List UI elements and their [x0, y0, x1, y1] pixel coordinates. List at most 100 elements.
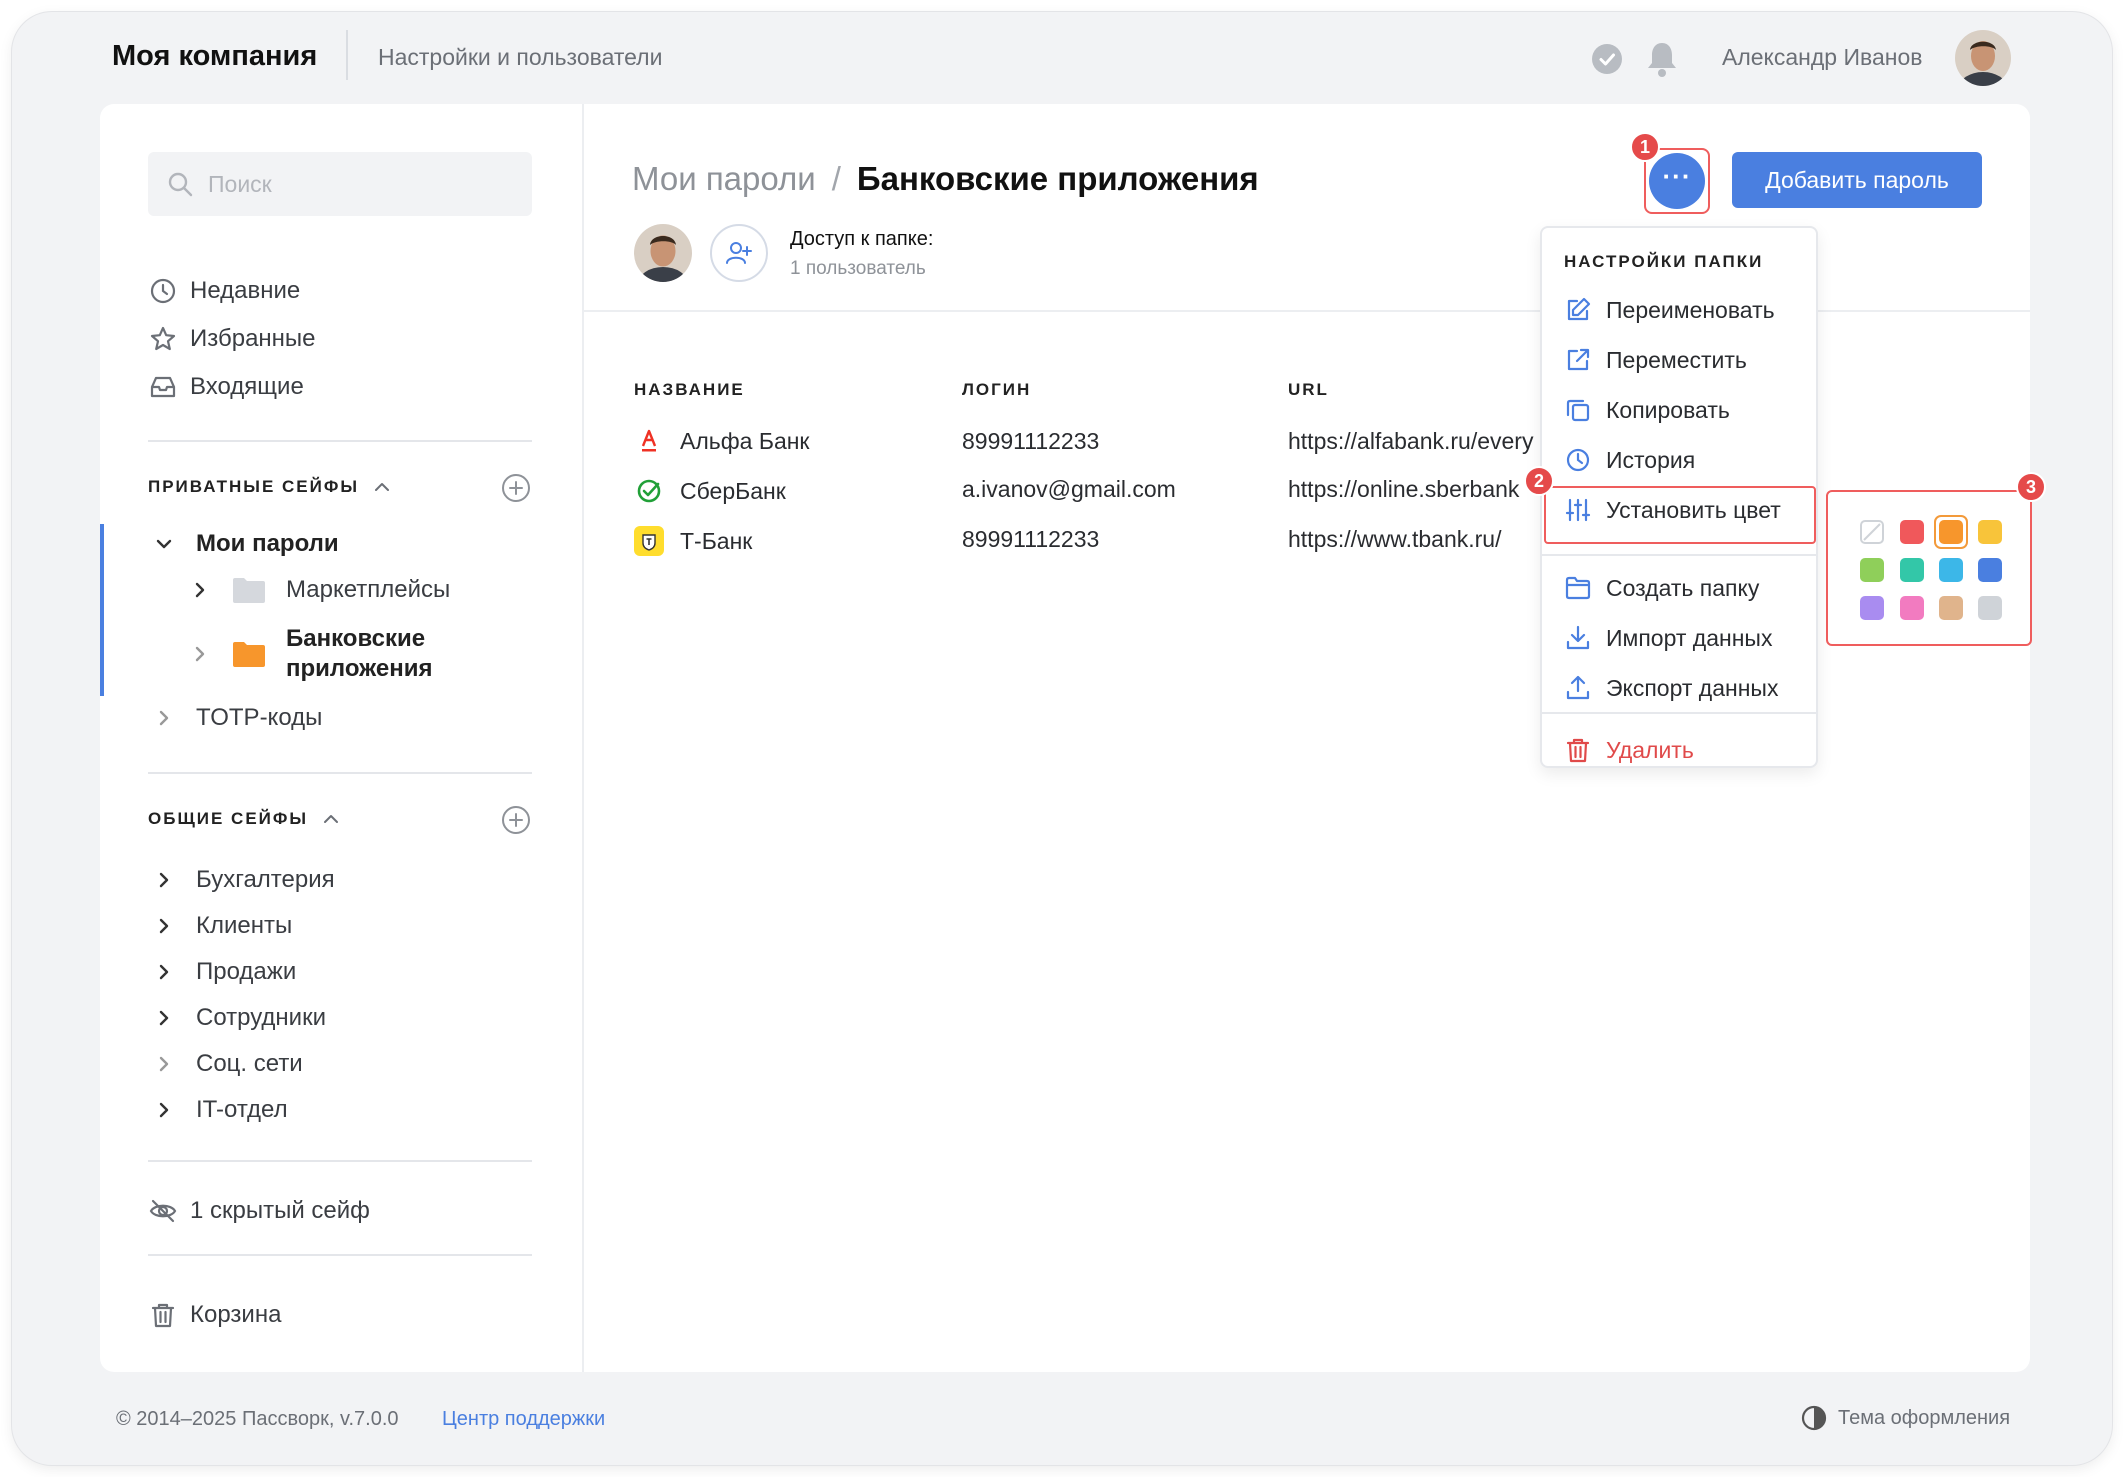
menu-item-history[interactable]: История [1564, 446, 1695, 474]
row-url[interactable]: https://alfabank.ru/every [1288, 428, 1533, 455]
color-blue-swatch[interactable] [1978, 558, 2002, 582]
color-beige-swatch[interactable] [1939, 596, 1963, 620]
sidebar-item-totp[interactable]: TOTP-коды [152, 704, 322, 732]
sidebar-divider [148, 440, 532, 442]
sidebar-item-label: Мои пароли [196, 530, 339, 557]
chevron-up-icon [324, 815, 339, 823]
sidebar-divider [148, 1254, 532, 1256]
theme-label: Тема оформления [1838, 1406, 2011, 1429]
search-icon [168, 172, 193, 197]
section-title: ПРИВАТНЫЕ СЕЙФЫ [148, 477, 359, 496]
user-name[interactable]: Александр Иванов [1722, 44, 1922, 71]
chevron-right-icon [159, 1056, 169, 1072]
sidebar-item-sales[interactable]: Продажи [152, 958, 296, 986]
add-shared-safe-icon[interactable] [500, 804, 532, 836]
row-login: a.ivanov@gmail.com [962, 476, 1176, 502]
folder-icon [1565, 576, 1591, 600]
menu-item-rename[interactable]: Переименовать [1564, 296, 1775, 324]
sidebar-item-my-passwords[interactable]: Мои пароли [152, 530, 339, 558]
menu-item-import[interactable]: Импорт данных [1564, 624, 1772, 652]
settings-users-link[interactable]: Настройки и пользователи [378, 44, 662, 71]
theme-toggle[interactable]: Тема оформления [1800, 1404, 2010, 1432]
sidebar-item-bank-apps[interactable]: Банковские приложения [188, 624, 432, 684]
column-header-name[interactable]: НАЗВАНИЕ [634, 380, 745, 400]
more-options-button[interactable]: ··· [1649, 153, 1705, 209]
menu-item-copy[interactable]: Копировать [1564, 396, 1730, 424]
menu-item-label: Переместить [1606, 346, 1747, 373]
sidebar-item-favorites[interactable]: Избранные [148, 324, 316, 354]
sidebar-divider [148, 772, 532, 774]
column-header-login[interactable]: ЛОГИН [962, 380, 1031, 400]
menu-title: НАСТРОЙКИ ПАПКИ [1564, 252, 1764, 271]
sidebar-item-recent[interactable]: Недавние [148, 276, 300, 306]
active-indicator [100, 524, 104, 696]
edit-icon [1567, 297, 1591, 321]
check-icon[interactable] [1592, 44, 1622, 74]
color-none-swatch[interactable] [1860, 520, 1884, 544]
label-line: приложения [286, 655, 433, 682]
support-link[interactable]: Центр поддержки [442, 1408, 605, 1431]
row-url[interactable]: https://www.tbank.ru/ [1288, 526, 1501, 553]
search-input[interactable] [208, 170, 508, 198]
inbox-icon [150, 376, 176, 398]
add-safe-icon[interactable] [500, 472, 532, 504]
color-cyan-swatch[interactable] [1939, 558, 1963, 582]
search-box[interactable] [148, 152, 532, 216]
hidden-safes-link[interactable]: 1 скрытый сейф [148, 1196, 370, 1226]
row-login: 89991112233 [962, 428, 1100, 454]
menu-item-set-color[interactable]: Установить цвет [1564, 496, 1781, 524]
sberbank-icon [637, 479, 661, 503]
chevron-right-icon [159, 964, 169, 980]
contrast-icon [1801, 1405, 1827, 1431]
company-name[interactable]: Моя компания [112, 40, 317, 73]
sidebar-divider [148, 1160, 532, 1162]
color-gray-swatch[interactable] [1978, 596, 2002, 620]
star-icon [150, 326, 176, 351]
sidebar-item-inbox[interactable]: Входящие [148, 372, 304, 402]
color-green-swatch[interactable] [1860, 558, 1884, 582]
row-name: СберБанк [680, 478, 786, 504]
color-purple-swatch[interactable] [1860, 596, 1884, 620]
breadcrumb-root[interactable]: Мои пароли [632, 160, 816, 198]
step-badge-3: 3 [2016, 472, 2046, 502]
avatar[interactable] [1955, 30, 2011, 86]
menu-item-label: Удалить [1606, 736, 1694, 763]
menu-item-move[interactable]: Переместить [1564, 346, 1747, 374]
download-icon [1566, 625, 1590, 650]
add-user-button[interactable] [710, 224, 768, 282]
sidebar-item-label: Входящие [190, 373, 304, 400]
chevron-right-icon [195, 582, 205, 598]
color-yellow-swatch[interactable] [1978, 520, 2002, 544]
row-url[interactable]: https://online.sberbank [1288, 476, 1519, 503]
column-header-url[interactable]: URL [1288, 380, 1329, 400]
sidebar-item-clients[interactable]: Клиенты [152, 912, 292, 940]
add-password-button[interactable]: Добавить пароль [1732, 152, 1982, 208]
shared-safes-header[interactable]: ОБЩИЕ СЕЙФЫ [148, 808, 342, 830]
sidebar-item-trash[interactable]: Корзина [148, 1300, 281, 1330]
trash-icon [1566, 738, 1590, 763]
folder-icon [233, 642, 265, 667]
sidebar-item-it[interactable]: IT-отдел [152, 1096, 288, 1124]
color-orange-swatch[interactable] [1939, 520, 1963, 544]
sidebar-item-label: Банковские приложения [286, 624, 432, 684]
chevron-right-icon [195, 646, 205, 662]
sidebar-item-label: Сотрудники [196, 1004, 326, 1031]
menu-divider [1542, 712, 1816, 714]
avatar[interactable] [634, 224, 692, 282]
sidebar-item-social[interactable]: Соц. сети [152, 1050, 303, 1078]
sidebar-item-employees[interactable]: Сотрудники [152, 1004, 326, 1032]
bell-icon[interactable] [1645, 40, 1679, 78]
menu-item-create-folder[interactable]: Создать папку [1564, 574, 1759, 602]
private-safes-header[interactable]: ПРИВАТНЫЕ СЕЙФЫ [148, 476, 393, 498]
menu-item-delete[interactable]: Удалить [1564, 736, 1694, 764]
menu-item-label: Импорт данных [1606, 624, 1773, 651]
menu-divider [1542, 554, 1816, 556]
color-teal-swatch[interactable] [1900, 558, 1924, 582]
color-pink-swatch[interactable] [1900, 596, 1924, 620]
color-red-swatch[interactable] [1900, 520, 1924, 544]
row-name: Альфа Банк [680, 428, 810, 454]
sidebar-item-marketplaces[interactable]: Маркетплейсы [188, 576, 450, 604]
sidebar-item-accounting[interactable]: Бухгалтерия [152, 866, 335, 894]
menu-item-export[interactable]: Экспорт данных [1564, 674, 1778, 702]
step-badge-2: 2 [1524, 466, 1554, 496]
